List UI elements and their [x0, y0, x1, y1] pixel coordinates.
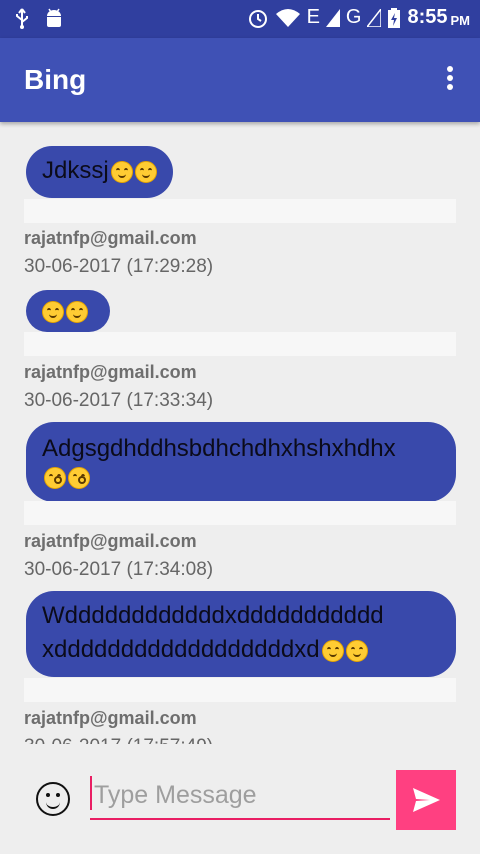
wink-emoji-icon — [134, 160, 157, 183]
wifi-icon — [275, 8, 300, 27]
message-sender: rajatnfp@gmail.com — [24, 228, 197, 248]
text-cursor — [90, 776, 92, 810]
message-sender: rajatnfp@gmail.com — [24, 362, 197, 382]
message-bubble[interactable]: Wddddddddddddxddddddddddd xddddddddddddd… — [26, 591, 456, 677]
message-divider — [24, 501, 456, 525]
send-button[interactable] — [396, 770, 456, 830]
send-icon — [413, 788, 440, 812]
network-type-g: G — [345, 6, 362, 28]
status-bar: E G 8:55 PM — [0, 0, 480, 38]
usb-icon — [16, 8, 28, 29]
message-composer — [0, 744, 480, 854]
kiss-emoji-icon — [68, 466, 90, 489]
kiss-emoji-icon — [44, 466, 66, 489]
smile-emoji-icon — [42, 300, 64, 323]
message-timestamp: 30-06-2017 (17:34:08) — [24, 559, 214, 580]
signal-icon-2 — [367, 8, 382, 27]
alarm-icon — [248, 9, 267, 28]
message-bubble[interactable]: Adgsgdhddhsbdhchdhxhshxhdhx — [26, 422, 456, 502]
message-divider — [24, 199, 456, 223]
emoji-picker-icon[interactable] — [36, 782, 70, 816]
smile-emoji-icon — [345, 639, 368, 662]
app-bar: Bing — [0, 38, 480, 122]
clock-ampm: PM — [450, 12, 471, 28]
smile-emoji-icon — [321, 639, 344, 662]
system-icons: E G 8:55 PM — [247, 6, 470, 29]
message-sender: rajatnfp@gmail.com — [24, 708, 197, 728]
notification-icons — [14, 8, 64, 30]
network-type-e: E — [306, 6, 320, 28]
message-text: Jdkssj — [42, 157, 109, 184]
overflow-menu-icon[interactable] — [446, 66, 454, 94]
message-timestamp: 30-06-2017 (17:29:28) — [24, 256, 214, 277]
message-list[interactable]: Jdkssj rajatnfp@gmail.com 30-06-2017 (17… — [0, 122, 480, 744]
smile-emoji-icon — [66, 300, 88, 323]
message-bubble[interactable] — [26, 290, 110, 332]
message-text-line1: Wddddddddddddxddddddddddd — [42, 602, 384, 629]
message-text: Adgsgdhddhsbdhchdhxhshxhdhx — [42, 435, 396, 462]
message-input[interactable] — [90, 772, 390, 820]
message-bubble[interactable]: Jdkssj — [26, 146, 173, 198]
message-sender: rajatnfp@gmail.com — [24, 531, 197, 551]
clock-time: 8:55 — [407, 6, 448, 28]
signal-icon-1 — [325, 8, 340, 27]
android-icon — [47, 8, 61, 27]
message-timestamp: 30-06-2017 (17:33:34) — [24, 390, 214, 411]
message-divider — [24, 332, 456, 356]
message-text-line2: xddddddddddddddddddxd — [42, 636, 320, 663]
wink-emoji-icon — [110, 160, 133, 183]
message-timestamp: 30-06-2017 (17:57:49) — [24, 736, 213, 744]
app-title: Bing — [24, 64, 87, 95]
message-divider — [24, 678, 456, 702]
battery-charging-icon — [388, 7, 401, 28]
